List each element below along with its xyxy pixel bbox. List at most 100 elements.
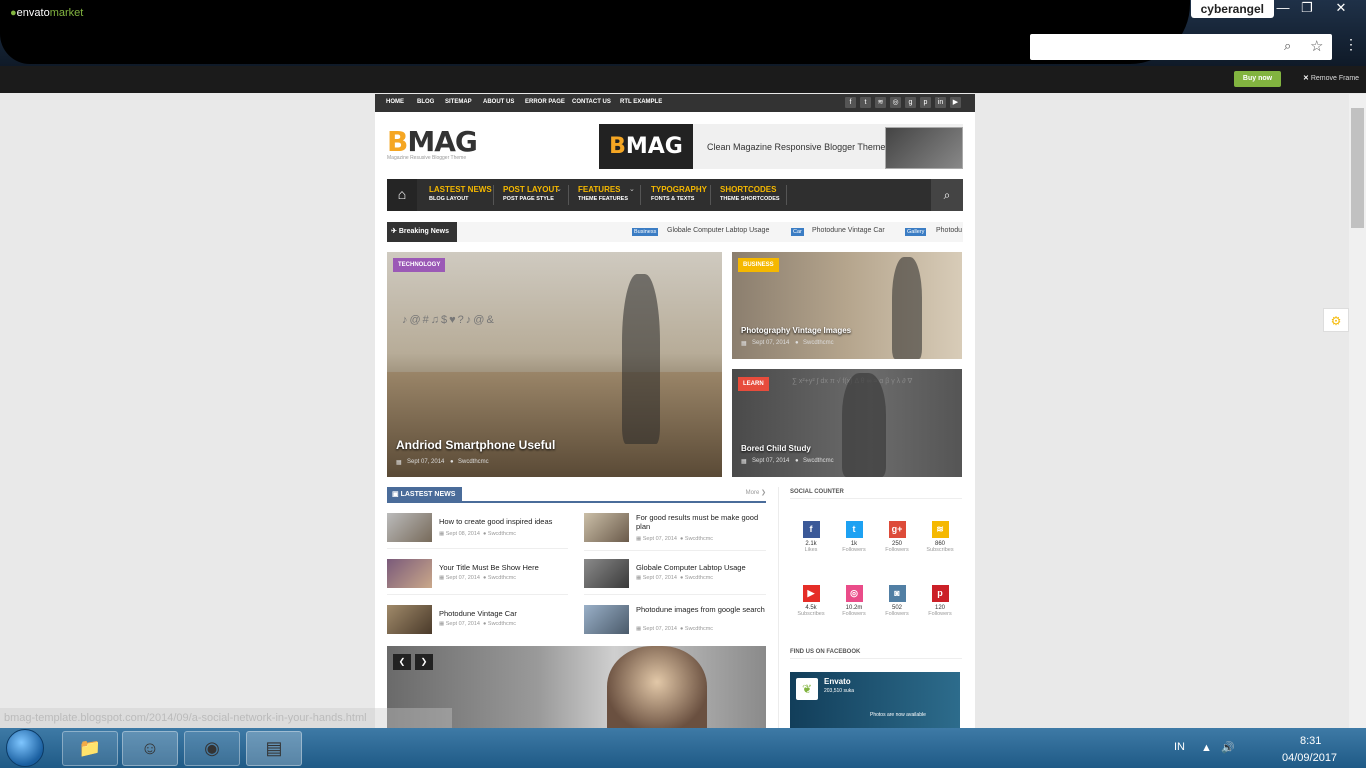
post-author[interactable]: Swcdthcmc <box>685 575 713 581</box>
category-badge[interactable]: TECHNOLOGY <box>393 258 446 272</box>
post-author[interactable]: Swcdthcmc <box>488 621 516 627</box>
buy-now-button[interactable]: Buy now <box>1234 71 1281 87</box>
post-thumbnail[interactable] <box>584 605 629 634</box>
social-counter-dribbble[interactable]: ◎ 10.2m Followers <box>832 585 876 617</box>
messenger-icon[interactable]: ☺ <box>122 731 178 766</box>
nav-home[interactable]: HOME <box>386 99 404 105</box>
close-window-button[interactable]: ✕ <box>1328 0 1354 18</box>
breaking-item[interactable]: Photodune Vintage Car <box>812 227 885 234</box>
divider <box>584 550 766 551</box>
post-author[interactable]: Swcdthcmc <box>803 458 834 464</box>
post-title[interactable]: Globale Computer Labtop Usage <box>636 563 771 572</box>
post-thumbnail[interactable] <box>387 513 432 542</box>
post-author[interactable]: Swcdthcmc <box>685 626 713 632</box>
menu-divider <box>568 185 569 205</box>
restore-button[interactable]: ❐ <box>1294 0 1320 18</box>
menu-post-layout[interactable]: POST LAYOUT POST PAGE STYLE <box>503 185 559 202</box>
social-counter-google-plus[interactable]: g+ 250 Followers <box>875 521 919 553</box>
scrollbar-thumb[interactable] <box>1351 108 1364 228</box>
social-counter-pinterest[interactable]: p 120 Followers <box>918 585 962 617</box>
counter-label: Subscribes <box>926 547 954 553</box>
nav-about[interactable]: ABOUT US <box>483 99 514 105</box>
post-title[interactable]: For good results must be make good plan <box>636 513 771 531</box>
facebook-page-widget[interactable]: ❦ Envato 203,510 suka Photos are now ava… <box>790 672 960 728</box>
featured-title[interactable]: Andriod Smartphone Useful <box>396 438 555 452</box>
menu-icon[interactable]: ⋮ <box>1344 36 1358 53</box>
remove-frame-link[interactable]: ✕ Remove Frame <box>1303 74 1359 82</box>
post-author[interactable]: Swcdthcmc <box>488 531 516 537</box>
browser-window-icon[interactable]: ▤ <box>246 731 302 766</box>
post-author[interactable]: Swcdthcmc <box>685 536 713 542</box>
featured-post-3[interactable]: ∑ x²+y² ∫ dx π √ f(x) Δ θ ∞ ≈ α β γ λ ∂ … <box>732 369 962 477</box>
envato-logo[interactable]: ●envatomarket <box>10 7 83 19</box>
twitter-icon[interactable]: t <box>860 97 871 108</box>
nav-blog[interactable]: BLOG <box>417 99 434 105</box>
featured-post-2[interactable]: BUSINESS Photography Vintage Images ▦ Se… <box>732 252 962 359</box>
home-icon[interactable]: ⌂ <box>387 179 417 211</box>
gear-icon[interactable]: ⚙ <box>1323 308 1349 332</box>
category-badge[interactable]: BUSINESS <box>738 258 779 272</box>
volume-icon[interactable]: ▲ 🔊 <box>1201 741 1235 754</box>
start-button[interactable] <box>6 729 44 767</box>
clock-date[interactable]: 04/09/2017 <box>1282 752 1337 764</box>
featured-title[interactable]: Bored Child Study <box>741 444 811 453</box>
breaking-tag[interactable]: Gallery <box>905 228 927 236</box>
header-banner[interactable]: BMAG Clean Magazine Responsive Blogger T… <box>599 124 963 169</box>
social-counter-instagram[interactable]: ◙ 502 Followers <box>875 585 919 617</box>
post-title[interactable]: Photodune images from google search <box>636 605 771 614</box>
post-thumbnail[interactable] <box>584 559 629 588</box>
breaking-item[interactable]: Globale Computer Labtop Usage <box>667 227 769 234</box>
nav-rtl-example[interactable]: RTL EXAMPLE <box>620 99 662 105</box>
slider-prev-button[interactable]: ❮ <box>393 654 411 670</box>
site-logo[interactable]: BMAG <box>387 125 478 158</box>
menu-typography[interactable]: TYPOGRAPHY FONTS & TEXTS <box>651 185 707 202</box>
minimize-button[interactable]: — <box>1270 0 1296 18</box>
google-plus-icon[interactable]: g <box>905 97 916 108</box>
post-title[interactable]: Your Title Must Be Show Here <box>439 563 574 572</box>
address-bar[interactable]: ⌕ ☆ <box>1030 34 1332 60</box>
facebook-icon[interactable]: f <box>845 97 856 108</box>
zoom-icon[interactable]: ⌕ <box>1284 38 1291 54</box>
facebook-page-name[interactable]: Envato <box>824 677 851 686</box>
slider-next-button[interactable]: ❯ <box>415 654 433 670</box>
menu-lastest-news[interactable]: LASTEST NEWS BLOG LAYOUT <box>429 185 492 202</box>
file-explorer-icon[interactable]: 📁 <box>62 731 118 766</box>
post-thumbnail[interactable] <box>387 605 432 634</box>
breaking-tag[interactable]: Car <box>791 228 804 236</box>
menu-shortcodes[interactable]: SHORTCODES THEME SHORTCODES <box>720 185 780 202</box>
facebook-likes: 203,510 suka <box>824 688 855 694</box>
post-thumbnail[interactable] <box>387 559 432 588</box>
rss-icon[interactable]: ≋ <box>875 97 886 108</box>
post-thumbnail[interactable] <box>584 513 629 542</box>
nav-error-page[interactable]: ERROR PAGE <box>525 99 565 105</box>
youtube-icon[interactable]: ▶ <box>950 97 961 108</box>
site-tagline: Magazine Resusive Blogger Theme <box>387 155 467 161</box>
social-counter-rss[interactable]: ≋ 860 Subscribes <box>918 521 962 553</box>
category-badge[interactable]: LEARN <box>738 377 769 391</box>
post-title[interactable]: How to create good inspired ideas <box>439 517 574 526</box>
profile-button[interactable]: cyberangel <box>1190 0 1274 18</box>
nav-sitemap[interactable]: SITEMAP <box>445 99 472 105</box>
language-indicator[interactable]: IN <box>1174 741 1185 753</box>
dribbble-icon[interactable]: ◎ <box>890 97 901 108</box>
post-author[interactable]: Swcdthcmc <box>488 575 516 581</box>
post-title[interactable]: Photodune Vintage Car <box>439 609 574 618</box>
nav-contact[interactable]: CONTACT US <box>572 99 611 105</box>
post-author[interactable]: Swcdthcmc <box>458 459 489 465</box>
featured-post-main[interactable]: ♪@#♫$♥?♪@& TECHNOLOGY Andriod Smartphone… <box>387 252 722 477</box>
search-icon[interactable]: ⌕ <box>931 179 963 211</box>
app-icon[interactable]: ◉ <box>184 731 240 766</box>
breaking-item[interactable]: Photodu <box>936 227 962 234</box>
bookmark-star-icon[interactable]: ☆ <box>1310 37 1323 55</box>
more-link[interactable]: More ❯ <box>746 489 766 496</box>
social-counter-twitter[interactable]: t 1k Followers <box>832 521 876 553</box>
social-counter-youtube[interactable]: ▶ 4.5k Subscribes <box>789 585 833 617</box>
social-counter-facebook[interactable]: f 2.1k Likes <box>789 521 833 553</box>
post-author[interactable]: Swcdthcmc <box>803 340 834 346</box>
pinterest-icon[interactable]: p <box>920 97 931 108</box>
menu-features[interactable]: FEATURES THEME FEATURES <box>578 185 628 202</box>
clock-time[interactable]: 8:31 <box>1300 735 1321 747</box>
linkedin-icon[interactable]: in <box>935 97 946 108</box>
featured-title[interactable]: Photography Vintage Images <box>741 326 851 335</box>
breaking-tag[interactable]: Business <box>632 228 659 236</box>
